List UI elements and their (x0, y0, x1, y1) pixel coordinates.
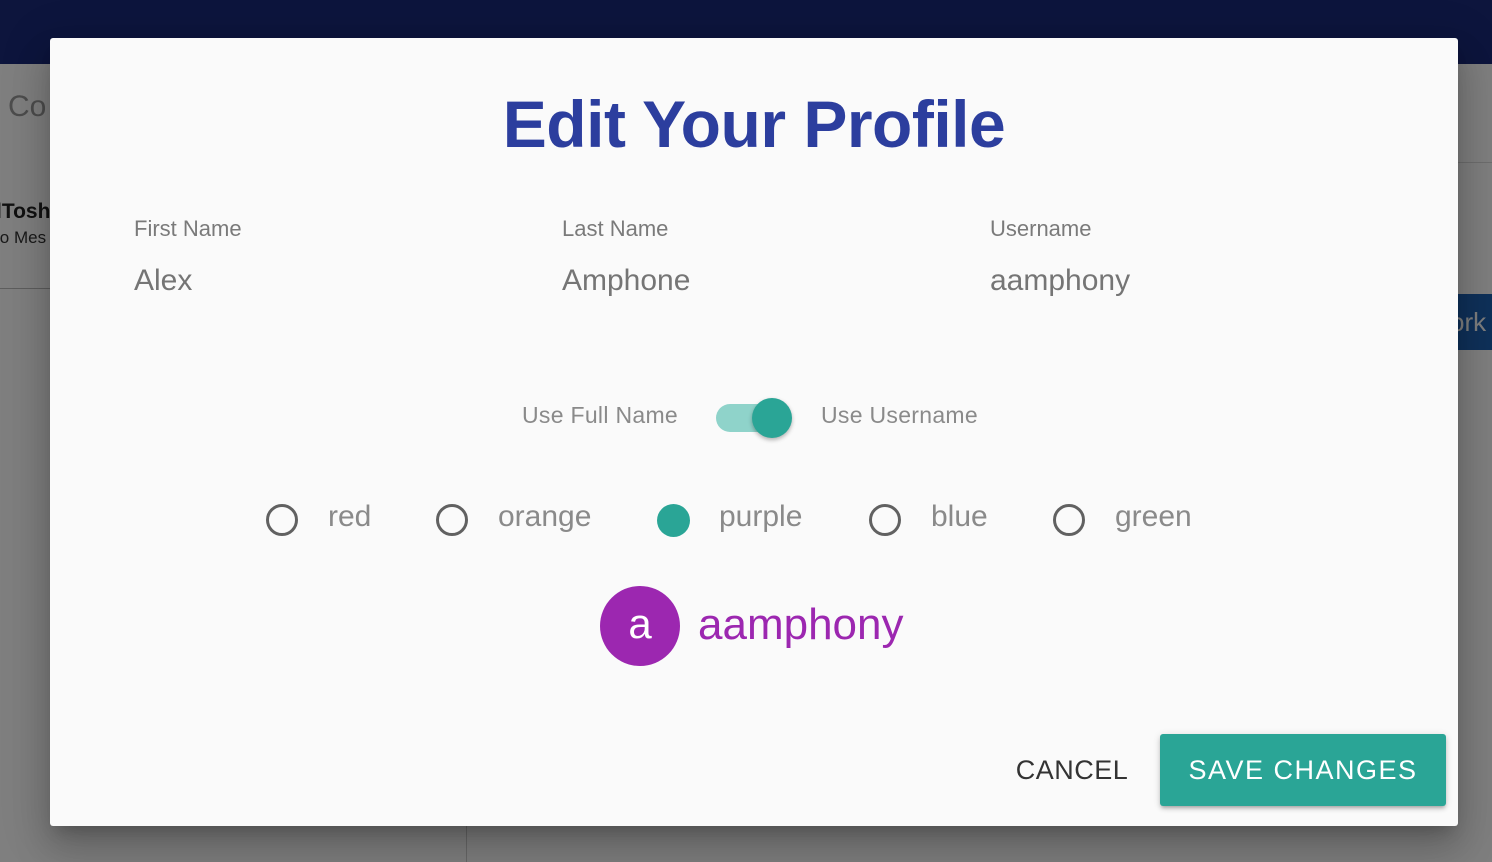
color-label-orange: orange (498, 500, 592, 533)
dialog-title: Edit Your Profile (502, 87, 1006, 161)
edit-profile-dialog: Edit Your Profile First Name Last Name U… (50, 38, 1458, 826)
color-label-blue: blue (931, 500, 988, 533)
save-changes-button[interactable]: SAVE CHANGES (1160, 734, 1446, 806)
radio-unchecked-icon[interactable] (266, 504, 298, 536)
cancel-button[interactable]: CANCEL (1000, 734, 1144, 806)
use-username-label: Use Username (821, 402, 978, 428)
username-input[interactable] (990, 264, 1330, 298)
radio-unchecked-icon[interactable] (869, 504, 901, 536)
radio-unchecked-icon[interactable] (1053, 504, 1085, 536)
radio-checked-icon[interactable] (657, 504, 690, 537)
first-name-label: First Name (134, 216, 242, 241)
use-full-name-label: Use Full Name (522, 402, 678, 428)
first-name-input[interactable] (134, 264, 474, 298)
username-label: Username (990, 216, 1092, 241)
color-label-red: red (328, 500, 372, 533)
display-name-toggle[interactable] (716, 398, 794, 440)
color-label-green: green (1115, 500, 1192, 533)
last-name-field: Last Name (562, 216, 922, 298)
color-label-purple: purple (719, 500, 803, 533)
last-name-input[interactable] (562, 264, 902, 298)
radio-unchecked-icon[interactable] (436, 504, 468, 536)
avatar: a (600, 586, 680, 666)
last-name-label: Last Name (562, 216, 669, 241)
toggle-thumb[interactable] (752, 398, 792, 438)
first-name-field: First Name (134, 216, 494, 298)
preview-display-name: aamphony (698, 600, 904, 649)
username-field: Username (990, 216, 1350, 298)
